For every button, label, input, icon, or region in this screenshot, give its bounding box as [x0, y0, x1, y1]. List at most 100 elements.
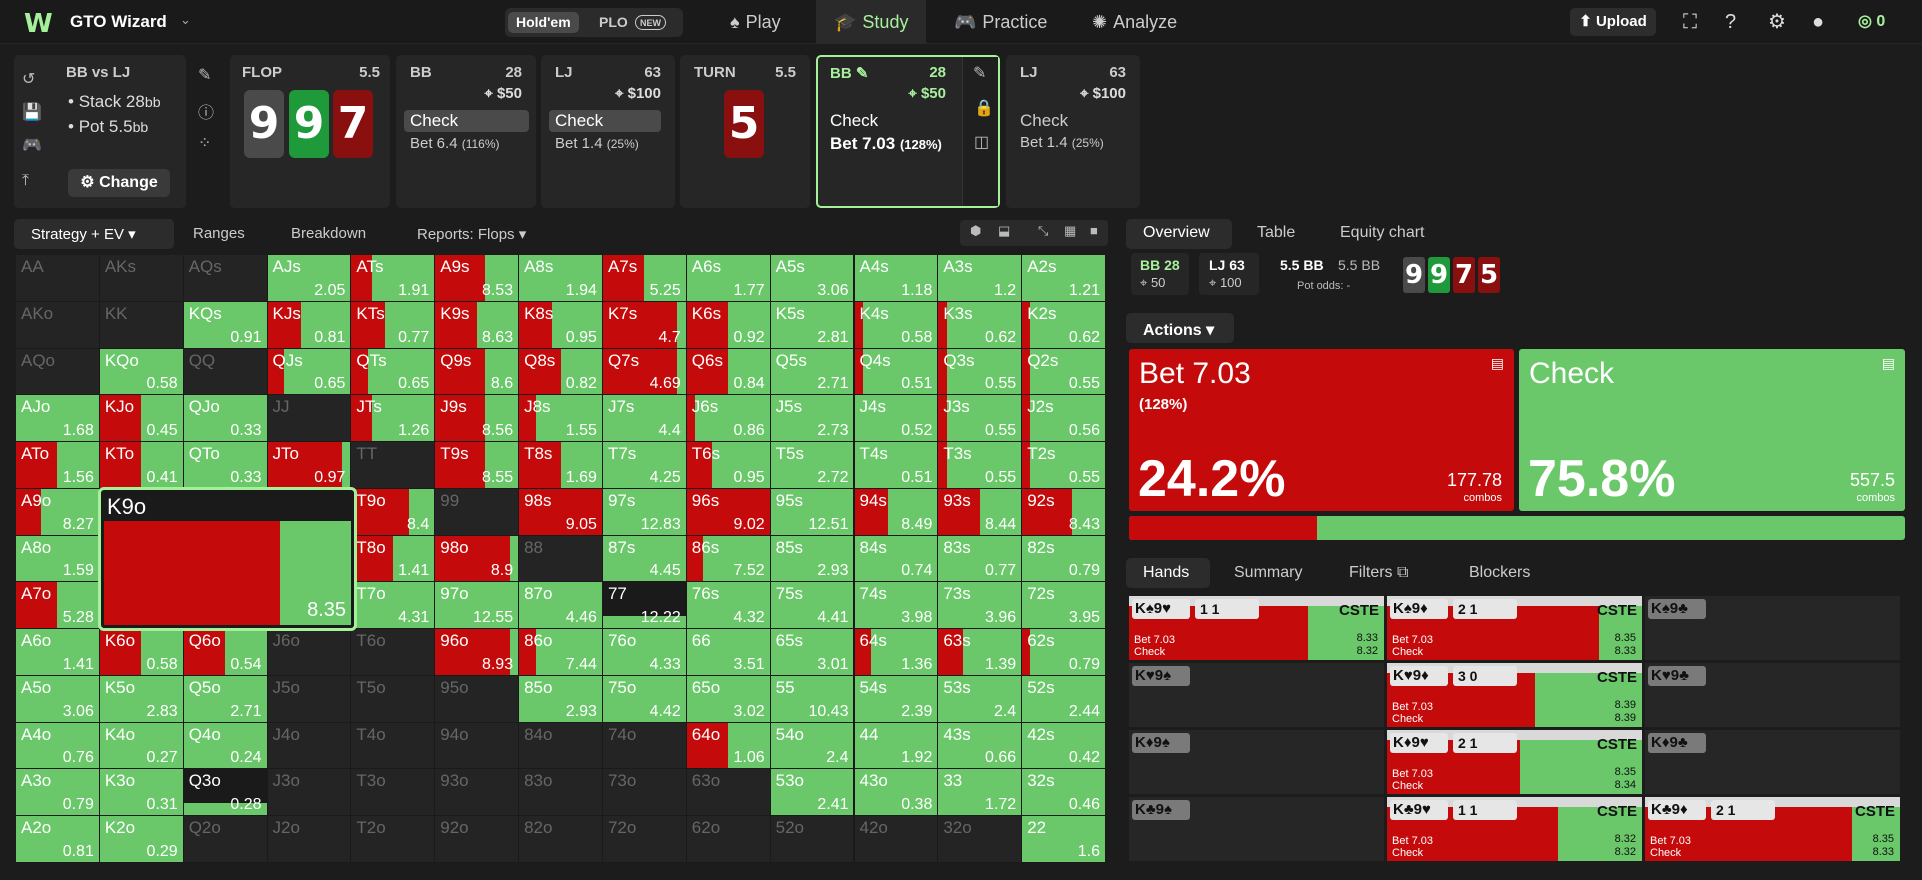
- grid-cell[interactable]: A4o 0.76: [16, 722, 100, 770]
- grid-cell[interactable]: 93o: [435, 769, 520, 817]
- grid-cell[interactable]: 72s 3.95: [1022, 582, 1107, 630]
- grid-icon[interactable]: ▦: [1064, 223, 1076, 239]
- coins[interactable]: ◎ 0: [1858, 8, 1885, 36]
- grid-cell[interactable]: 52s 2.44: [1022, 675, 1107, 723]
- grid-cell[interactable]: A5s 3.06: [770, 255, 855, 302]
- grid-cell[interactable]: 43o 0.38: [854, 769, 939, 817]
- grid-cell[interactable]: J8s 1.55: [519, 395, 603, 443]
- layout-icon[interactable]: ⬓: [998, 223, 1010, 239]
- grid-cell[interactable]: 52o: [770, 816, 855, 863]
- grid-cell[interactable]: AJs 2.05: [267, 255, 352, 302]
- grid-cell[interactable]: 95o: [435, 675, 520, 723]
- grid-cell[interactable]: 62s 0.79: [1022, 629, 1107, 676]
- grid-cell[interactable]: 76s 4.32: [686, 582, 771, 630]
- grid-cell[interactable]: AKo: [16, 301, 100, 349]
- grid-cell[interactable]: Q3o 0.28: [183, 769, 268, 817]
- grid-cell[interactable]: 42o: [854, 816, 939, 863]
- grid-cell[interactable]: K4o 0.27: [99, 722, 184, 770]
- split-icon[interactable]: ◫: [974, 132, 989, 152]
- hand-combo[interactable]: K♥9♠: [1129, 663, 1384, 727]
- grid-cell[interactable]: J9s 8.56: [435, 395, 520, 443]
- hand-combo[interactable]: K♣9♠: [1129, 797, 1384, 861]
- grid-cell[interactable]: 87s 4.45: [602, 535, 687, 583]
- grid-cell[interactable]: JTs 1.26: [351, 395, 436, 443]
- grid-cell[interactable]: 82o: [519, 816, 603, 863]
- hand-combo[interactable]: K♦9♣: [1645, 730, 1900, 794]
- node-bb-turn[interactable]: BB ✎ 28 ⌖ $50 Check Bet 7.03 (128%) ✎ 🔒 …: [816, 55, 1000, 208]
- grid-cell[interactable]: A2o 0.81: [16, 816, 100, 863]
- grid-cell[interactable]: 74s 3.98: [854, 582, 939, 630]
- tab-blockers[interactable]: Blockers: [1469, 564, 1530, 582]
- cube-icon[interactable]: ⬢: [970, 223, 981, 239]
- action-check[interactable]: Check: [830, 111, 878, 131]
- grid-cell[interactable]: A8s 1.94: [519, 255, 603, 302]
- grid-cell[interactable]: J6o: [267, 629, 352, 676]
- grid-cell[interactable]: T4o: [351, 722, 436, 770]
- grid-cell[interactable]: J4s 0.52: [854, 395, 939, 443]
- grid-cell[interactable]: 97o 12.55: [435, 582, 520, 630]
- grid-cell[interactable]: AQs: [183, 255, 268, 302]
- grid-cell[interactable]: A9s 8.53: [435, 255, 520, 302]
- change-button[interactable]: ⚙ Change: [68, 169, 170, 197]
- grid-cell[interactable]: A5o 3.06: [16, 675, 100, 723]
- grid-cell[interactable]: QTs 0.65: [351, 348, 436, 396]
- gamepad-icon[interactable]: 🎮: [22, 135, 42, 155]
- grid-cell[interactable]: J3o: [267, 769, 352, 817]
- chevron-down-icon[interactable]: ⌄: [180, 12, 191, 28]
- grid-cell[interactable]: 32s 0.46: [1022, 769, 1107, 817]
- grid-cell[interactable]: K3s 0.62: [938, 301, 1023, 349]
- hand-combo[interactable]: 1 1 CSTE Bet 7.03 Check 8.33 8.32 K♠9♥: [1129, 596, 1384, 660]
- grid-cell[interactable]: 75s 4.41: [770, 582, 855, 630]
- help-icon[interactable]: ?: [1725, 8, 1736, 36]
- grid-cell[interactable]: QJo 0.33: [183, 395, 268, 443]
- grid-cell[interactable]: K4s 0.58: [854, 301, 939, 349]
- grid-cell[interactable]: 97s 12.83: [602, 488, 687, 536]
- grid-cell[interactable]: 43s 0.66: [938, 722, 1023, 770]
- game-plo[interactable]: PLO: [591, 12, 636, 33]
- grid-cell[interactable]: JTo 0.97: [267, 442, 352, 489]
- hand-combo[interactable]: K♥9♣: [1645, 663, 1900, 727]
- grid-cell[interactable]: ATs 1.91: [351, 255, 436, 302]
- grid-cell[interactable]: QQ: [183, 348, 268, 396]
- action-check[interactable]: Check: [549, 110, 661, 132]
- grid-cell[interactable]: 76o 4.33: [602, 629, 687, 676]
- grid-cell[interactable]: 32o: [938, 816, 1023, 863]
- grid-cell[interactable]: A6o 1.41: [16, 629, 100, 676]
- grid-cell[interactable]: 74o: [602, 722, 687, 770]
- node-lj-turn[interactable]: LJ 63 ⌖ $100 Check Bet 1.4 (25%): [1006, 55, 1140, 208]
- hand-combo[interactable]: 2 1 CSTE Bet 7.03 Check 8.35 8.33 K♠9♦: [1387, 596, 1642, 660]
- logo[interactable]: W: [24, 9, 53, 39]
- grid-cell[interactable]: 53s 2.4: [938, 675, 1023, 723]
- node-bb-flop[interactable]: BB 28 ⌖ $50 Check Bet 6.4 (116%): [396, 55, 536, 208]
- grid-cell[interactable]: Q3s 0.55: [938, 348, 1023, 396]
- grid-cell[interactable]: A6s 1.77: [686, 255, 771, 302]
- grid-cell[interactable]: Q9s 8.6: [435, 348, 520, 396]
- grid-cell[interactable]: 63o: [686, 769, 771, 817]
- grid-cell[interactable]: 84o: [519, 722, 603, 770]
- grid-cell[interactable]: 54s 2.39: [854, 675, 939, 723]
- grid-cell[interactable]: 86o 7.44: [519, 629, 603, 676]
- action-bet[interactable]: Bet 1.4 (25%): [555, 135, 639, 152]
- grid-cell[interactable]: 99: [435, 488, 520, 536]
- grid-cell[interactable]: 94o: [435, 722, 520, 770]
- action-bet[interactable]: Bet 6.4 (116%): [410, 135, 500, 152]
- grid-cell[interactable]: 73o: [602, 769, 687, 817]
- grid-cell[interactable]: 75o 4.42: [602, 675, 687, 723]
- grid-cell[interactable]: Q2s 0.55: [1022, 348, 1107, 396]
- grid-cell[interactable]: T3s 0.55: [938, 442, 1023, 489]
- grid-cell[interactable]: A3o 0.79: [16, 769, 100, 817]
- grid-cell[interactable]: J2o: [267, 816, 352, 863]
- notes-icon[interactable]: ▤: [1491, 355, 1504, 372]
- grid-cell[interactable]: T5o: [351, 675, 436, 723]
- tab-summary[interactable]: Summary: [1234, 564, 1302, 582]
- grid-cell[interactable]: A9o 8.27: [16, 488, 100, 536]
- grid-cell[interactable]: T3o: [351, 769, 436, 817]
- grid-cell[interactable]: K7s 4.7: [602, 301, 687, 349]
- grid-cell[interactable]: 53o 2.41: [770, 769, 855, 817]
- grid-cell[interactable]: 83s 0.77: [938, 535, 1023, 583]
- grid-cell[interactable]: K5o 2.83: [99, 675, 184, 723]
- grid-cell[interactable]: TT: [351, 442, 436, 489]
- pencil-icon[interactable]: ✎: [198, 65, 211, 85]
- grid-cell[interactable]: 94s 8.49: [854, 488, 939, 536]
- grid-cell[interactable]: 55 10.43: [770, 675, 855, 723]
